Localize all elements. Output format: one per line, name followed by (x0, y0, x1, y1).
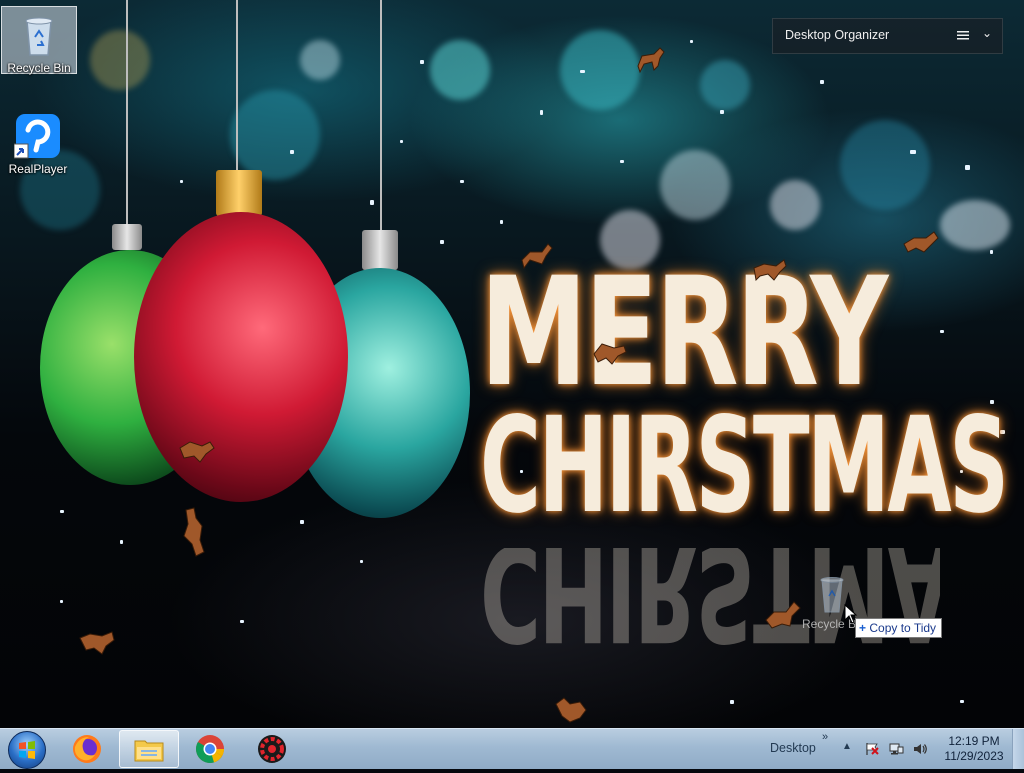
snowflake (690, 40, 693, 43)
taskbar-app[interactable] (242, 730, 302, 768)
network-icon[interactable] (888, 742, 904, 756)
snowflake (370, 200, 374, 205)
recycle-bin-icon (15, 11, 63, 59)
reindeer-sprite (753, 259, 787, 282)
folder-icon (134, 740, 164, 762)
plus-icon: + (859, 621, 867, 635)
desktop-icon-recycle-bin[interactable]: Recycle Bin (1, 6, 77, 75)
snowflake (240, 620, 244, 623)
bokeh-light (430, 40, 490, 100)
taskbar-file-explorer[interactable] (119, 730, 179, 768)
reindeer-sprite (637, 47, 665, 74)
desktop-icon-realplayer[interactable]: RealPlayer (1, 108, 75, 176)
chrome-icon (196, 735, 224, 763)
snowflake (580, 70, 585, 73)
reindeer-sprite (179, 441, 215, 463)
snowflake (60, 600, 63, 603)
ornament-string (380, 0, 382, 232)
snowflake (940, 330, 944, 333)
snowflake (820, 80, 824, 84)
snowflake (990, 250, 993, 254)
snowflake (60, 510, 64, 513)
ornament-string (126, 0, 128, 225)
chevron-down-icon[interactable]: ⌄ (982, 26, 992, 40)
greeting-reflection-text: CHIRSTMAS (480, 548, 940, 658)
flag-icon[interactable] (864, 742, 880, 756)
snowflake (400, 140, 403, 143)
bokeh-light (560, 30, 640, 110)
show-desktop-button[interactable] (1012, 729, 1024, 769)
drop-tooltip: + Copy to Tidy (855, 618, 943, 638)
snowflake (180, 180, 183, 183)
snowflake (300, 520, 304, 524)
organizer-title: Desktop Organizer (785, 28, 890, 42)
mouse-cursor-icon (844, 604, 858, 624)
hamburger-menu-icon[interactable] (956, 28, 970, 42)
desktop-icon-label: Recycle Bin (7, 61, 71, 75)
greeting-line2: CHIRSTMAS (480, 389, 1009, 543)
reindeer-sprite (555, 697, 587, 723)
volume-icon[interactable] (912, 742, 928, 756)
bokeh-light (90, 30, 150, 90)
reindeer-sprite (183, 507, 205, 557)
windows-start-icon[interactable] (8, 731, 46, 769)
bokeh-light (660, 150, 730, 220)
bokeh-light (770, 180, 820, 230)
firefox-icon (73, 735, 101, 763)
snowflake (620, 160, 624, 163)
reindeer-sprite (79, 631, 115, 655)
merry-christmas-text: MERRY CHIRSTMAS (480, 258, 1009, 543)
clock-time: 12:19 PM (948, 734, 1000, 748)
red-ornament (134, 212, 348, 502)
bokeh-light (300, 40, 340, 80)
snowflake (960, 700, 964, 703)
ornament-cap (362, 230, 398, 270)
snowflake (440, 240, 444, 244)
snowflake (420, 60, 424, 64)
snowflake (730, 700, 734, 704)
greeting-reflection: CHIRSTMAS (480, 548, 940, 658)
taskbar-chrome[interactable] (180, 730, 240, 768)
desktop-organizer-widget[interactable]: Desktop Organizer ⌄ (772, 18, 1003, 54)
realplayer-icon (13, 112, 62, 160)
snowflake (290, 150, 294, 154)
ornament-cap (216, 170, 262, 216)
desktop-icon-label: RealPlayer (8, 162, 68, 176)
snowflake (540, 110, 543, 115)
bokeh-light (230, 90, 320, 180)
red-gear-app-icon (258, 735, 286, 763)
bokeh-light (840, 120, 930, 210)
snowflake (500, 220, 503, 224)
bokeh-light (700, 60, 750, 110)
snowflake (720, 110, 724, 114)
desktop-toolbar-label[interactable]: Desktop (770, 741, 816, 755)
system-clock[interactable]: 12:19 PM 11/29/2023 (936, 734, 1012, 764)
clock-date: 11/29/2023 (944, 749, 1004, 763)
show-hidden-icons-icon[interactable]: ▲ (842, 741, 852, 752)
taskbar: Desktop » ▲ 12:19 PM 11/29/2023 (0, 728, 1024, 769)
drop-tooltip-text: Copy to Tidy (869, 621, 937, 635)
snowflake (360, 560, 363, 563)
snowflake (910, 150, 916, 154)
bokeh-light (940, 200, 1010, 250)
reindeer-sprite (903, 231, 939, 253)
reindeer-sprite (593, 343, 627, 365)
toolbar-chevron-icon[interactable]: » (822, 731, 828, 743)
reindeer-sprite (521, 243, 553, 270)
reindeer-sprite (765, 601, 801, 629)
ornament-cap (112, 224, 142, 250)
snowflake (965, 165, 970, 170)
ornament-string (236, 0, 238, 172)
taskbar-firefox[interactable] (57, 730, 117, 768)
snowflake (460, 180, 464, 183)
snowflake (120, 540, 123, 544)
